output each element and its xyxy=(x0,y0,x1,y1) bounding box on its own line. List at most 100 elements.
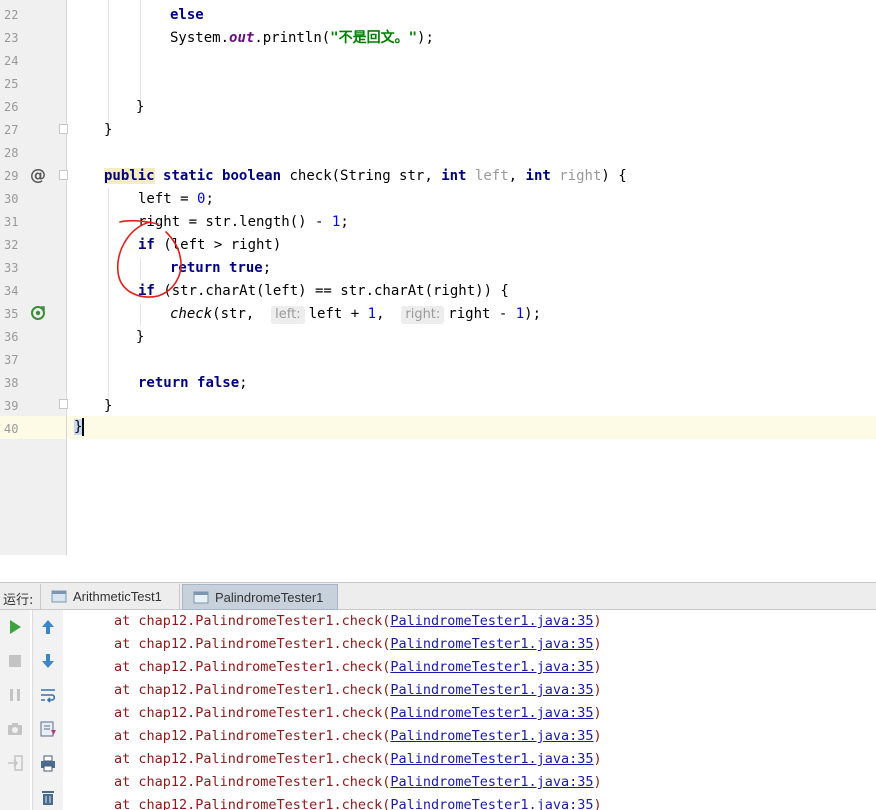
wrap-icon[interactable] xyxy=(39,686,57,704)
keyword: else xyxy=(170,7,204,23)
line-number: 25 xyxy=(4,77,19,91)
exit-icon[interactable] xyxy=(6,754,24,772)
source-link[interactable]: PalindromeTester1.java:35 xyxy=(390,751,593,767)
code-line-29[interactable]: public static boolean check(String str, … xyxy=(104,165,627,188)
stack-frame-text: ) xyxy=(593,797,602,810)
param-hint: left: xyxy=(271,306,305,324)
code-line-33[interactable]: return true; xyxy=(170,257,271,280)
indent-guide xyxy=(108,0,109,130)
keyword: boolean xyxy=(222,168,282,184)
stack-frame-text: ) xyxy=(593,728,602,744)
unused-param: right xyxy=(559,168,602,184)
line-number: 24 xyxy=(4,54,19,68)
stack-frame-text: at chap12.PalindromeTester1.check( xyxy=(114,797,391,810)
source-link[interactable]: PalindromeTester1.java:35 xyxy=(390,659,593,675)
line-number: 32 xyxy=(4,238,19,252)
text-caret xyxy=(82,418,85,436)
code-line-27[interactable]: } xyxy=(104,119,112,142)
stop-icon[interactable] xyxy=(6,652,24,670)
keyword: if xyxy=(138,283,155,299)
console-line: at chap12.PalindromeTester1.check(Palind… xyxy=(114,771,602,794)
code-line-36[interactable]: } xyxy=(136,326,144,349)
line-number: 33 xyxy=(4,261,19,275)
console-line: at chap12.PalindromeTester1.check(Palind… xyxy=(114,748,602,771)
code-editor[interactable]: 22 23 24 25 26 27 28 29 30 31 32 33 34 35 36 37 38 39 40 @… xyxy=(0,0,876,555)
tab-arithmetictest1[interactable]: ArithmeticTest1 xyxy=(40,584,180,610)
source-link[interactable]: PalindromeTester1.java:35 xyxy=(390,636,593,652)
line-number: 26 xyxy=(4,100,19,114)
stack-frame-text: ) xyxy=(593,705,602,721)
tab-label: ArithmeticTest1 xyxy=(73,589,162,604)
source-link[interactable]: PalindromeTester1.java:35 xyxy=(390,774,593,790)
code-line-26[interactable]: } xyxy=(136,96,144,119)
keyword: int xyxy=(525,168,551,184)
stack-frame-text: at chap12.PalindromeTester1.check( xyxy=(114,636,391,652)
run-panel-header: 运行: ArithmeticTest1 PalindromeTester1 xyxy=(0,582,876,610)
string-literal: "不是回文。" xyxy=(330,30,418,46)
code-line-30[interactable]: left = 0; xyxy=(138,188,214,211)
fold-icon[interactable] xyxy=(59,170,68,180)
override-marker-icon[interactable]: @ xyxy=(30,165,46,184)
print-icon[interactable] xyxy=(39,754,57,772)
source-link[interactable]: PalindromeTester1.java:35 xyxy=(390,613,593,629)
code-token: left = xyxy=(138,191,198,207)
run-label: 运行: xyxy=(3,593,34,608)
fold-icon[interactable] xyxy=(59,124,68,134)
down-arrow-icon[interactable] xyxy=(39,652,57,670)
code-token: ; xyxy=(239,375,248,391)
stack-frame-text: at chap12.PalindromeTester1.check( xyxy=(114,728,391,744)
recursion-icon[interactable] xyxy=(30,305,46,321)
closing-brace: } xyxy=(104,398,113,414)
source-link[interactable]: PalindromeTester1.java:35 xyxy=(390,705,593,721)
stack-frame-text: at chap12.PalindromeTester1.check( xyxy=(114,751,391,767)
run-config-icon xyxy=(193,591,209,604)
stack-frame-text: ) xyxy=(593,636,602,652)
code-line-23[interactable]: System.out.println("不是回文。"); xyxy=(170,27,434,50)
console-line: at chap12.PalindromeTester1.check(Palind… xyxy=(114,633,602,656)
scroll-to-end-icon[interactable] xyxy=(39,720,57,738)
code-line-38[interactable]: return false; xyxy=(138,372,248,395)
keyword: if xyxy=(138,237,155,253)
trash-icon[interactable] xyxy=(39,788,57,806)
line-number: 23 xyxy=(4,31,19,45)
run-config-icon xyxy=(51,590,67,603)
code-line-34[interactable]: if (str.charAt(left) == str.charAt(right… xyxy=(138,280,509,303)
code-line-40[interactable]: } xyxy=(74,416,85,439)
tab-palindrometester1[interactable]: PalindromeTester1 xyxy=(182,584,338,610)
keyword: static xyxy=(163,168,214,184)
code-token: left + xyxy=(308,306,368,322)
code-token: right - xyxy=(448,306,516,322)
source-link[interactable]: PalindromeTester1.java:35 xyxy=(390,797,593,810)
code-line-32[interactable]: if (left > right) xyxy=(138,234,281,257)
run-icon[interactable] xyxy=(6,618,24,636)
console-line: at chap12.PalindromeTester1.check(Palind… xyxy=(114,702,602,725)
field-token: out xyxy=(229,30,255,46)
code-line-39[interactable]: } xyxy=(104,395,112,418)
closing-brace: } xyxy=(104,122,113,138)
keyword: true xyxy=(229,260,263,276)
code-line-22[interactable]: else xyxy=(170,4,204,27)
pause-icon[interactable] xyxy=(6,686,24,704)
number-literal: 1 xyxy=(515,306,525,322)
method-call: check xyxy=(170,306,213,322)
line-number: 31 xyxy=(4,215,19,229)
up-arrow-icon[interactable] xyxy=(39,618,57,636)
line-number: 22 xyxy=(4,8,19,22)
camera-icon[interactable] xyxy=(6,720,24,738)
console-line: at chap12.PalindromeTester1.check(Palind… xyxy=(114,610,602,633)
code-token: check(String str, xyxy=(281,168,442,184)
fold-icon[interactable] xyxy=(59,399,68,409)
code-line-35[interactable]: check(str, left: left + 1, right: right - … xyxy=(170,303,541,326)
source-link[interactable]: PalindromeTester1.java:35 xyxy=(390,682,593,698)
code-token: ) { xyxy=(601,168,627,184)
source-link[interactable]: PalindromeTester1.java:35 xyxy=(390,728,593,744)
param-hint: right: xyxy=(401,306,445,324)
console-output[interactable]: at chap12.PalindromeTester1.check(Palind… xyxy=(64,610,876,810)
line-number: 30 xyxy=(4,192,19,206)
line-number: 38 xyxy=(4,376,19,390)
run-toolbar-secondary xyxy=(32,610,63,810)
line-number: 35 xyxy=(4,307,19,321)
code-line-31[interactable]: right = str.length() - 1; xyxy=(138,211,349,234)
keyword: return xyxy=(170,260,221,276)
stack-frame-text: ) xyxy=(593,751,602,767)
